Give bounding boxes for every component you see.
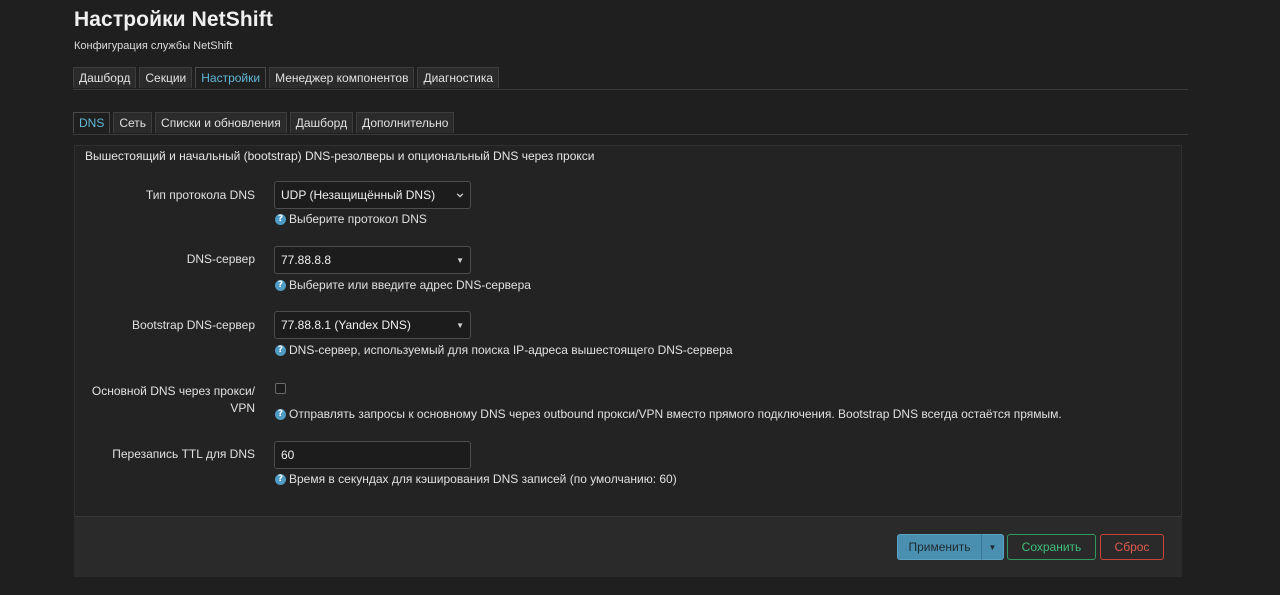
ttl-rewrite-label: Перезапись TTL для DNS [112,447,255,461]
ttl-rewrite-help-text: Время в секундах для кэширования DNS зап… [289,472,677,486]
dns-protocol-select[interactable]: UDP (Незащищённый DNS) [274,181,471,209]
bootstrap-dns-help: ? DNS-сервер, используемый для поиска IP… [275,343,733,357]
settings-page: Настройки NetShift Конфигурация службы N… [0,0,1280,595]
dns-server-help: ? Выберите или введите адрес DNS-сервера [275,278,531,292]
dns-via-proxy-help: ? Отправлять запросы к основному DNS чер… [275,407,1062,421]
dns-via-proxy-label-line2: VPN [230,401,255,415]
dns-via-proxy-checkbox[interactable] [275,383,286,394]
dns-settings-section: Вышестоящий и начальный (bootstrap) DNS-… [74,145,1182,517]
action-bar: Применить ▼ Сохранить Сброс [74,517,1182,577]
bootstrap-dns-combobox[interactable]: 77.88.8.1 (Yandex DNS) ▼ [274,311,471,339]
bootstrap-dns-label: Bootstrap DNS-сервер [132,318,255,332]
section-description: Вышестоящий и начальный (bootstrap) DNS-… [85,149,595,163]
caret-down-icon: ▼ [456,320,464,330]
dns-server-help-text: Выберите или введите адрес DNS-сервера [289,278,531,292]
page-title: Настройки NetShift [74,8,273,31]
dns-protocol-help: ? Выберите протокол DNS [275,212,427,226]
subtab-advanced[interactable]: Дополнительно [356,112,455,133]
help-circle-icon: ? [275,408,286,420]
page-subtitle: Конфигурация службы NetShift [74,40,233,52]
caret-down-icon: ▼ [988,542,997,552]
tab-dashboard[interactable]: Дашборд [73,67,137,88]
dns-server-label: DNS-сервер [186,252,255,266]
ttl-rewrite-input[interactable]: 60 [274,441,471,469]
reset-button[interactable]: Сброс [1100,534,1164,560]
subtab-network[interactable]: Сеть [113,112,153,133]
dns-protocol-label: Тип протокола DNS [145,188,255,202]
tab-diagnostics[interactable]: Диагностика [417,67,500,88]
help-circle-icon: ? [275,344,286,356]
dns-via-proxy-label: Основной DNS через прокси/ VPN [75,383,255,417]
subtab-dns[interactable]: DNS [73,112,111,133]
help-circle-icon: ? [275,473,286,485]
main-tabs: Дашборд Секции Настройки Менеджер компон… [73,67,500,88]
subtab-dashboard[interactable]: Дашборд [289,112,354,133]
tab-sections[interactable]: Секции [139,67,193,88]
tab-settings[interactable]: Настройки [195,67,267,88]
dns-protocol-help-text: Выберите протокол DNS [289,212,427,226]
chevron-down-icon [456,193,464,198]
bootstrap-dns-value: 77.88.8.1 (Yandex DNS) [281,318,411,332]
dns-protocol-value: UDP (Незащищённый DNS) [281,188,436,202]
sub-tabs: DNS Сеть Списки и обновления Дашборд Доп… [73,112,455,133]
caret-down-icon: ▼ [456,255,464,265]
subtab-lists-updates[interactable]: Списки и обновления [155,112,287,133]
dns-via-proxy-label-line1: Основной DNS через прокси/ [91,384,255,398]
apply-button[interactable]: Применить [897,534,981,560]
help-circle-icon: ? [275,279,286,291]
save-button[interactable]: Сохранить [1007,534,1096,560]
tab-component-manager[interactable]: Менеджер компонентов [269,67,415,88]
dns-via-proxy-help-text: Отправлять запросы к основному DNS через… [289,407,1062,421]
dns-server-combobox[interactable]: 77.88.8.8 ▼ [274,246,471,274]
apply-dropdown-button[interactable]: ▼ [981,534,1004,560]
ttl-rewrite-help: ? Время в секундах для кэширования DNS з… [275,472,677,486]
main-tabs-divider [73,89,1188,90]
sub-tabs-divider [73,134,1188,135]
dns-server-value: 77.88.8.8 [281,253,332,267]
bootstrap-dns-help-text: DNS-сервер, используемый для поиска IP-а… [289,343,733,357]
ttl-rewrite-value: 60 [281,448,295,462]
help-circle-icon: ? [275,213,286,225]
